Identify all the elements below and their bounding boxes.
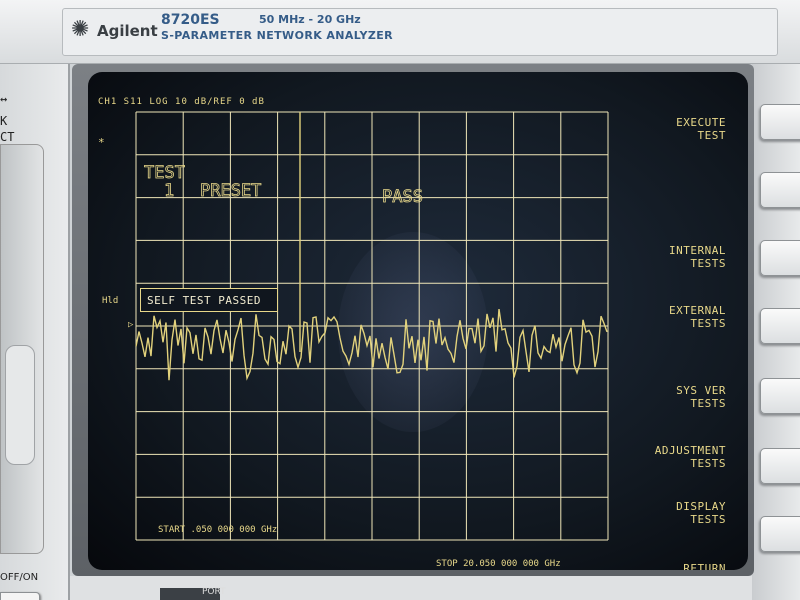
stop-frequency: STOP 20.050 000 000 GHz	[436, 559, 561, 569]
test-result: PASS	[382, 187, 423, 207]
brand-name: Agilent	[97, 22, 158, 40]
softkey-button-3[interactable]	[760, 240, 800, 276]
softkey-labels: EXECUTE TEST INTERNAL TESTS EXTERNAL TESTS …	[618, 72, 748, 570]
crt-screen: CH1 S11 LOG 10 dB/REF 0 dB * Hld ▷ TEST …	[88, 72, 748, 570]
grid-lines	[135, 111, 609, 541]
instrument-description: S-PARAMETER NETWORK ANALYZER	[161, 29, 394, 42]
agilent-spark-icon: ✺	[71, 17, 90, 42]
softkey-button-7[interactable]	[760, 516, 800, 552]
left-label-ct: CT	[0, 130, 15, 144]
softkey-display-tests[interactable]: DISPLAY TESTS	[676, 500, 726, 526]
power-switch[interactable]	[0, 592, 40, 600]
left-label-k: K	[0, 114, 8, 128]
disk-eject-lever[interactable]	[5, 345, 35, 465]
test-name: PRESET	[200, 181, 261, 201]
logo-plate: ✺ Agilent 8720ES 50 MHz - 20 GHz S-PARAM…	[62, 8, 778, 56]
left-label-arrow: ↔	[0, 92, 8, 106]
left-front-panel: ↔ K CT OFF/ON	[0, 64, 70, 600]
right-key-column	[752, 64, 800, 600]
softkey-internal-tests[interactable]: INTERNAL TESTS	[669, 244, 726, 270]
softkey-button-4[interactable]	[760, 308, 800, 344]
test-label: TEST	[144, 163, 185, 183]
start-frequency: START .050 000 000 GHz	[158, 525, 277, 535]
softkey-button-6[interactable]	[760, 448, 800, 484]
softkey-adjustment-tests[interactable]: ADJUSTMENT TESTS	[655, 444, 726, 470]
softkey-button-2[interactable]	[760, 172, 800, 208]
softkey-external-tests[interactable]: EXTERNAL TESTS	[669, 304, 726, 330]
model-number: 8720ES	[161, 12, 220, 28]
power-label: OFF/ON	[0, 572, 39, 583]
port-label: PORT	[160, 587, 226, 600]
self-test-message: SELF TEST PASSED	[147, 294, 261, 307]
instrument-header: ✺ Agilent 8720ES 50 MHz - 20 GHz S-PARAM…	[0, 0, 800, 64]
message-box: SELF TEST PASSED	[140, 288, 278, 312]
test-number: 1	[164, 181, 174, 201]
softkey-sys-ver-tests[interactable]: SYS VER TESTS	[676, 384, 726, 410]
frequency-range: 50 MHz - 20 GHz	[259, 13, 361, 26]
disk-drive-slot[interactable]	[0, 144, 44, 554]
softkey-return[interactable]: RETURN	[683, 562, 726, 570]
softkey-execute-test[interactable]: EXECUTE TEST	[676, 116, 726, 142]
softkey-button-1[interactable]	[760, 104, 800, 140]
softkey-button-5[interactable]	[760, 378, 800, 414]
